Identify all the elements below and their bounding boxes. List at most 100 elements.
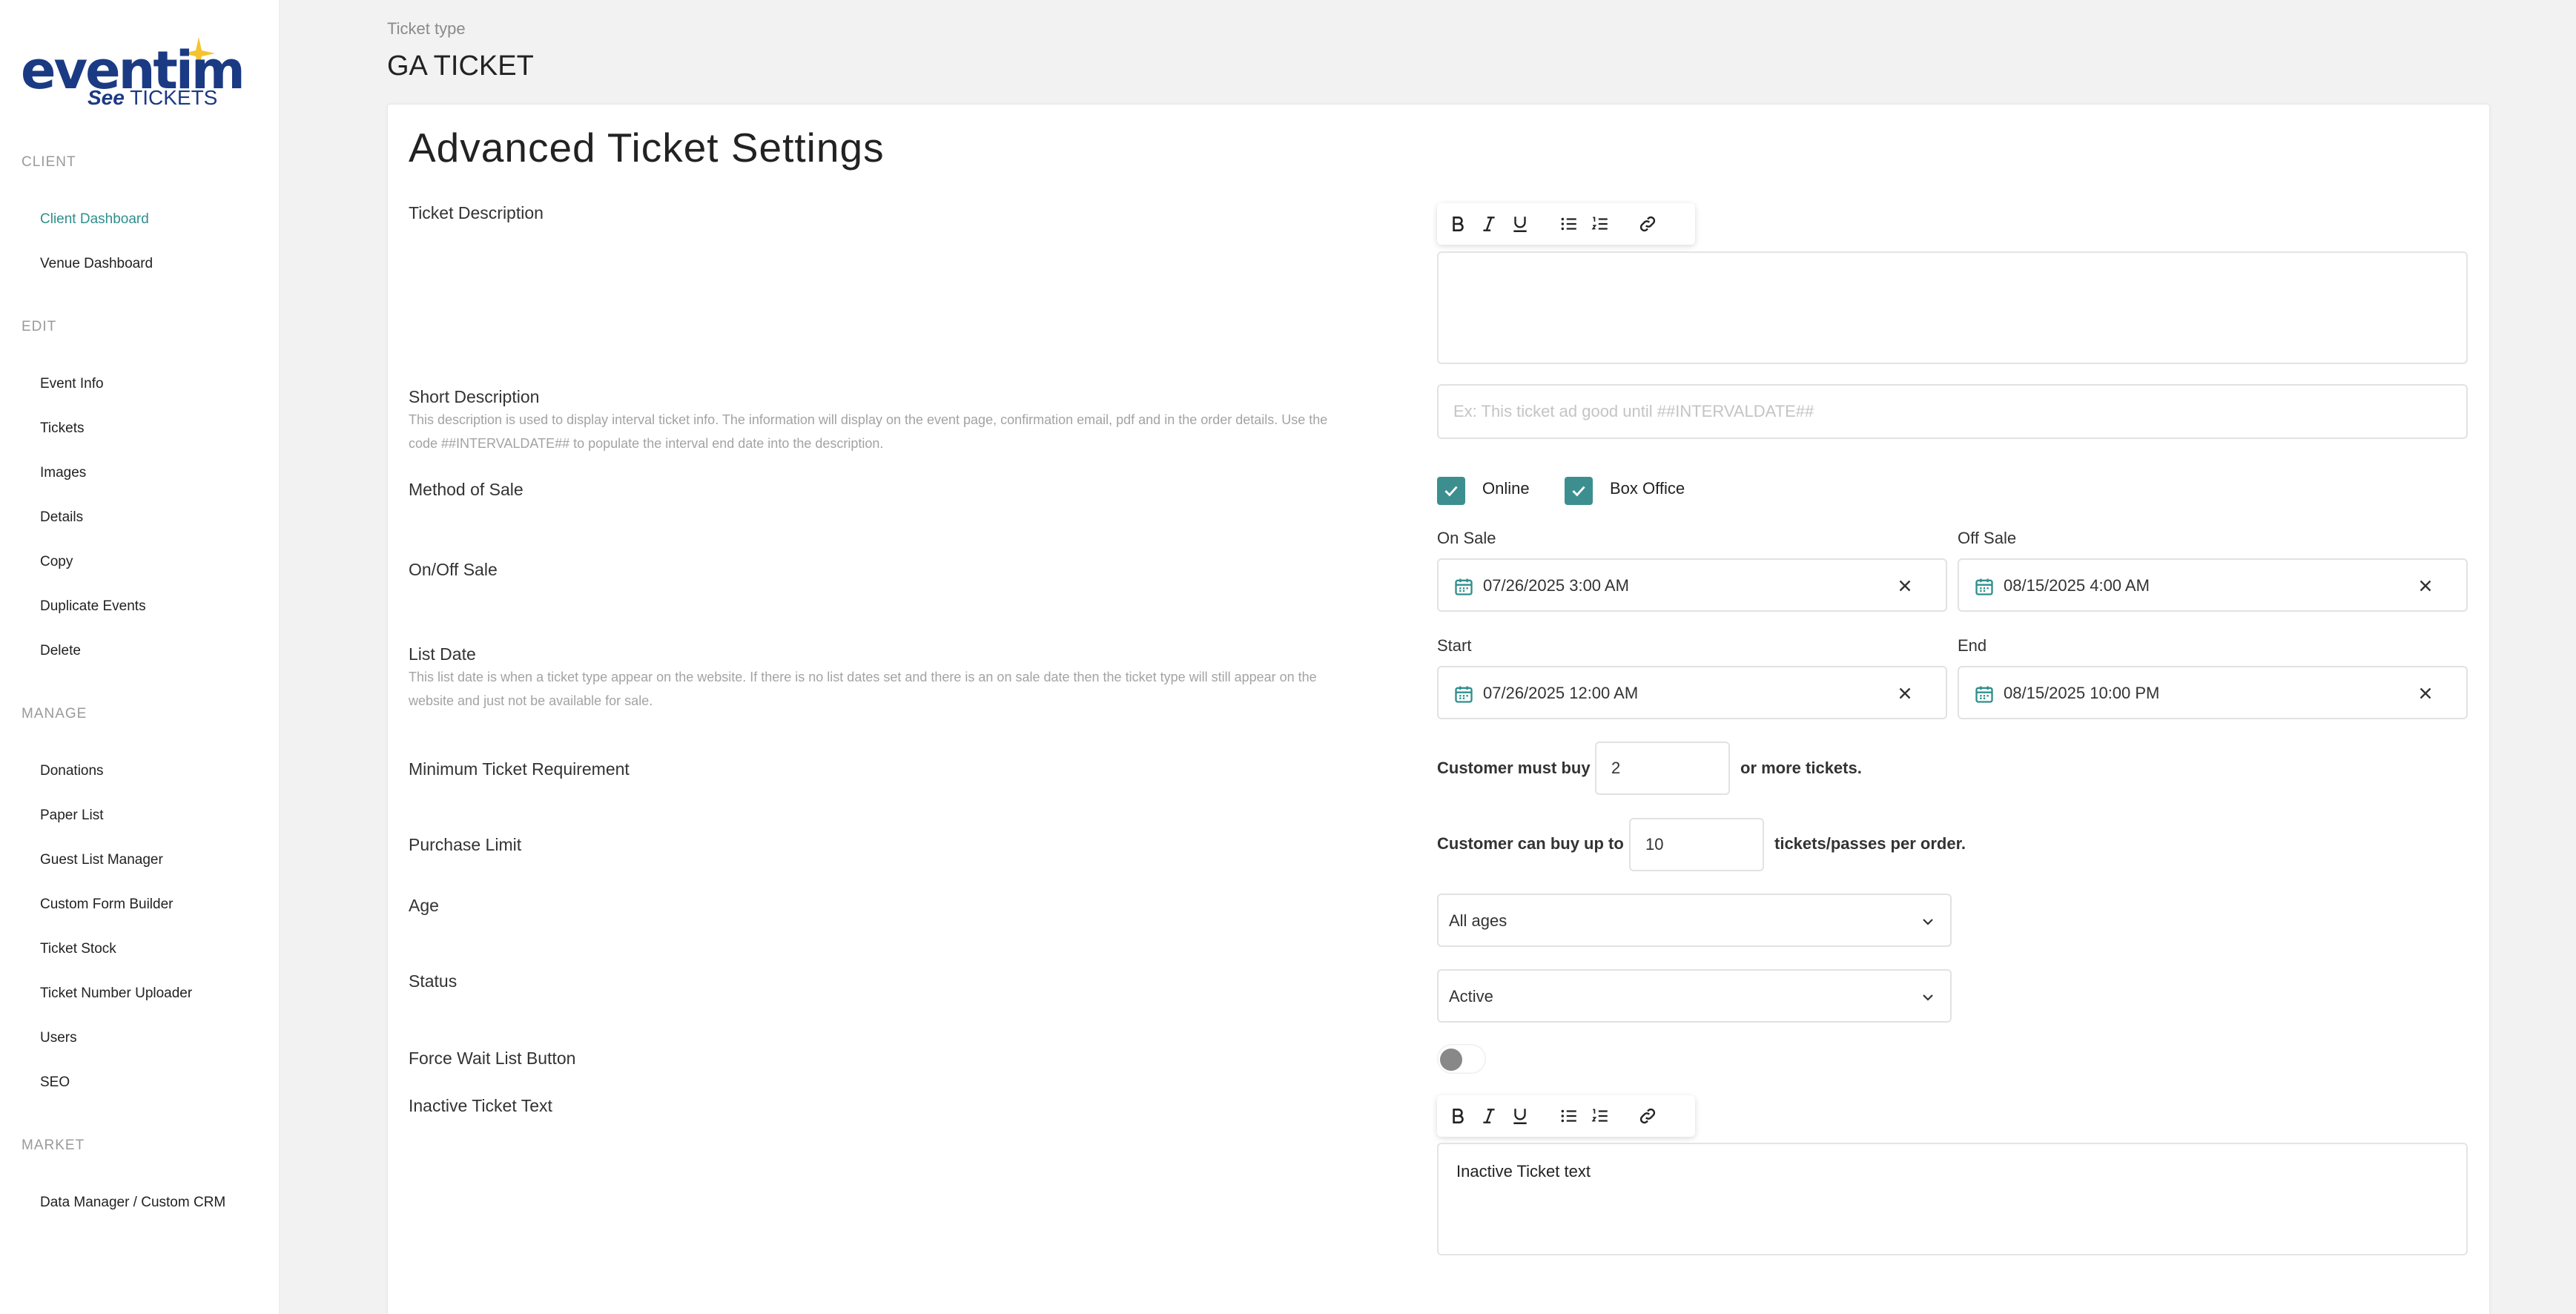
- status-label: Status: [409, 971, 458, 991]
- ticket-description-editor[interactable]: [1437, 251, 2468, 364]
- list-date-help: This list date is when a ticket type app…: [409, 670, 1317, 708]
- ticket-description-label: Ticket Description: [409, 203, 544, 222]
- purchase-limit-label: Purchase Limit: [409, 835, 522, 854]
- sidebar-item-tickets[interactable]: Tickets: [40, 420, 84, 437]
- box-office-label: Box Office: [1610, 479, 1685, 498]
- logo-sub-see: See: [87, 86, 125, 109]
- underline-icon[interactable]: [1508, 212, 1532, 236]
- sidebar-item-data-manager-custom-crm[interactable]: Data Manager / Custom CRM: [40, 1195, 225, 1211]
- age-select-value: All ages: [1449, 911, 1507, 930]
- purchase-limit-prefix: Customer can buy up to: [1437, 834, 1624, 853]
- sidebar-item-ticket-number-uploader[interactable]: Ticket Number Uploader: [40, 986, 192, 1002]
- sidebar: eventim See TICKETS CLIENT Client Dashbo…: [0, 0, 280, 1314]
- list-end-date-field[interactable]: 08/15/2025 10:00 PM: [1958, 666, 2468, 719]
- off-sale-label: Off Sale: [1958, 529, 2017, 547]
- off-sale-date-value: 08/15/2025 4:00 AM: [2004, 576, 2150, 595]
- box-office-checkbox[interactable]: [1565, 477, 1593, 505]
- short-description-input[interactable]: [1437, 384, 2468, 439]
- list-date-label: List Date: [409, 644, 476, 664]
- chevron-down-icon: [1923, 919, 1933, 925]
- bullet-list-icon[interactable]: [1557, 1104, 1581, 1128]
- ticket-description-toolbar: [1437, 203, 1695, 245]
- online-checkbox[interactable]: [1437, 477, 1465, 505]
- minimum-ticket-prefix: Customer must buy: [1437, 759, 1591, 777]
- link-icon[interactable]: [1636, 212, 1659, 236]
- online-label: Online: [1482, 479, 1530, 498]
- minimum-ticket-input[interactable]: [1595, 742, 1730, 795]
- method-of-sale-label: Method of Sale: [409, 480, 524, 499]
- minimum-ticket-label: Minimum Ticket Requirement: [409, 759, 630, 779]
- sidebar-item-ticket-stock[interactable]: Ticket Stock: [40, 941, 116, 957]
- bullet-list-icon[interactable]: [1557, 212, 1581, 236]
- numbered-list-icon[interactable]: [1588, 1104, 1612, 1128]
- list-end-label: End: [1958, 636, 1987, 655]
- on-sale-date-value: 07/26/2025 3:00 AM: [1483, 576, 1629, 595]
- sidebar-item-event-info[interactable]: Event Info: [40, 376, 104, 392]
- sidebar-item-users[interactable]: Users: [40, 1030, 77, 1046]
- sidebar-item-guest-list-manager[interactable]: Guest List Manager: [40, 852, 163, 868]
- ticket-type-label: Ticket type: [387, 19, 466, 38]
- italic-icon[interactable]: [1477, 212, 1501, 236]
- on-sale-label: On Sale: [1437, 529, 1496, 547]
- sidebar-item-seo[interactable]: SEO: [40, 1074, 70, 1091]
- sidebar-item-delete[interactable]: Delete: [40, 643, 81, 659]
- underline-icon[interactable]: [1508, 1104, 1532, 1128]
- force-wait-list-toggle[interactable]: [1437, 1044, 1486, 1074]
- clear-icon[interactable]: [1895, 684, 1915, 703]
- purchase-limit-input[interactable]: [1629, 818, 1764, 871]
- list-end-date-value: 08/15/2025 10:00 PM: [2004, 684, 2160, 702]
- sidebar-item-details[interactable]: Details: [40, 509, 83, 526]
- short-description-label: Short Description: [409, 387, 540, 406]
- sidebar-item-copy[interactable]: Copy: [40, 554, 73, 570]
- sidebar-item-donations[interactable]: Donations: [40, 763, 104, 779]
- italic-icon[interactable]: [1477, 1104, 1501, 1128]
- short-description-help: This description is used to display inte…: [409, 412, 1328, 451]
- off-sale-date-field[interactable]: 08/15/2025 4:00 AM: [1958, 558, 2468, 612]
- minimum-ticket-suffix: or more tickets.: [1740, 759, 1862, 777]
- list-start-date-value: 07/26/2025 12:00 AM: [1483, 684, 1639, 702]
- inactive-ticket-text-value: Inactive Ticket text: [1456, 1162, 1591, 1181]
- bold-icon[interactable]: [1446, 1104, 1470, 1128]
- eventim-logo[interactable]: eventim See TICKETS: [21, 37, 245, 119]
- age-select[interactable]: All ages: [1437, 894, 1952, 947]
- calendar-icon: [1455, 578, 1473, 595]
- checkmark-icon: [1572, 486, 1585, 497]
- sidebar-item-images[interactable]: Images: [40, 465, 86, 481]
- status-select-value: Active: [1449, 987, 1493, 1006]
- sidebar-item-paper-list[interactable]: Paper List: [40, 808, 104, 824]
- on-sale-date-field[interactable]: 07/26/2025 3:00 AM: [1437, 558, 1947, 612]
- sidebar-item-duplicate-events[interactable]: Duplicate Events: [40, 598, 146, 615]
- nav-section-market: MARKET: [22, 1138, 85, 1153]
- inactive-ticket-text-toolbar: [1437, 1095, 1695, 1137]
- nav-section-manage: MANAGE: [22, 706, 87, 722]
- ticket-type-value: GA TICKET: [387, 50, 534, 82]
- bold-icon[interactable]: [1446, 212, 1470, 236]
- clear-icon[interactable]: [2416, 684, 2435, 703]
- sidebar-item-client-dashboard[interactable]: Client Dashboard: [40, 211, 149, 228]
- link-icon[interactable]: [1636, 1104, 1659, 1128]
- list-start-label: Start: [1437, 636, 1472, 655]
- nav-section-client: CLIENT: [22, 154, 76, 170]
- purchase-limit-suffix: tickets/passes per order.: [1774, 834, 1966, 853]
- inactive-ticket-text-editor[interactable]: Inactive Ticket text: [1437, 1143, 2468, 1255]
- list-start-date-field[interactable]: 07/26/2025 12:00 AM: [1437, 666, 1947, 719]
- clear-icon[interactable]: [2416, 576, 2435, 595]
- calendar-icon: [1975, 686, 1993, 703]
- toggle-knob: [1440, 1049, 1462, 1071]
- on-off-sale-label: On/Off Sale: [409, 560, 498, 579]
- sidebar-item-venue-dashboard[interactable]: Venue Dashboard: [40, 256, 153, 272]
- clear-icon[interactable]: [1895, 576, 1915, 595]
- checkmark-icon: [1444, 486, 1458, 497]
- status-select[interactable]: Active: [1437, 969, 1952, 1023]
- sidebar-item-custom-form-builder[interactable]: Custom Form Builder: [40, 897, 174, 913]
- logo-sub-tickets: TICKETS: [130, 86, 218, 109]
- age-label: Age: [409, 896, 439, 915]
- chevron-down-icon: [1923, 994, 1933, 1001]
- numbered-list-icon[interactable]: [1588, 212, 1612, 236]
- nav-section-edit: EDIT: [22, 319, 57, 334]
- calendar-icon: [1455, 686, 1473, 703]
- logo-subtitle: See TICKETS: [87, 88, 217, 108]
- force-wait-list-label: Force Wait List Button: [409, 1049, 576, 1068]
- inactive-ticket-text-label: Inactive Ticket Text: [409, 1096, 552, 1115]
- card-title: Advanced Ticket Settings: [409, 125, 885, 171]
